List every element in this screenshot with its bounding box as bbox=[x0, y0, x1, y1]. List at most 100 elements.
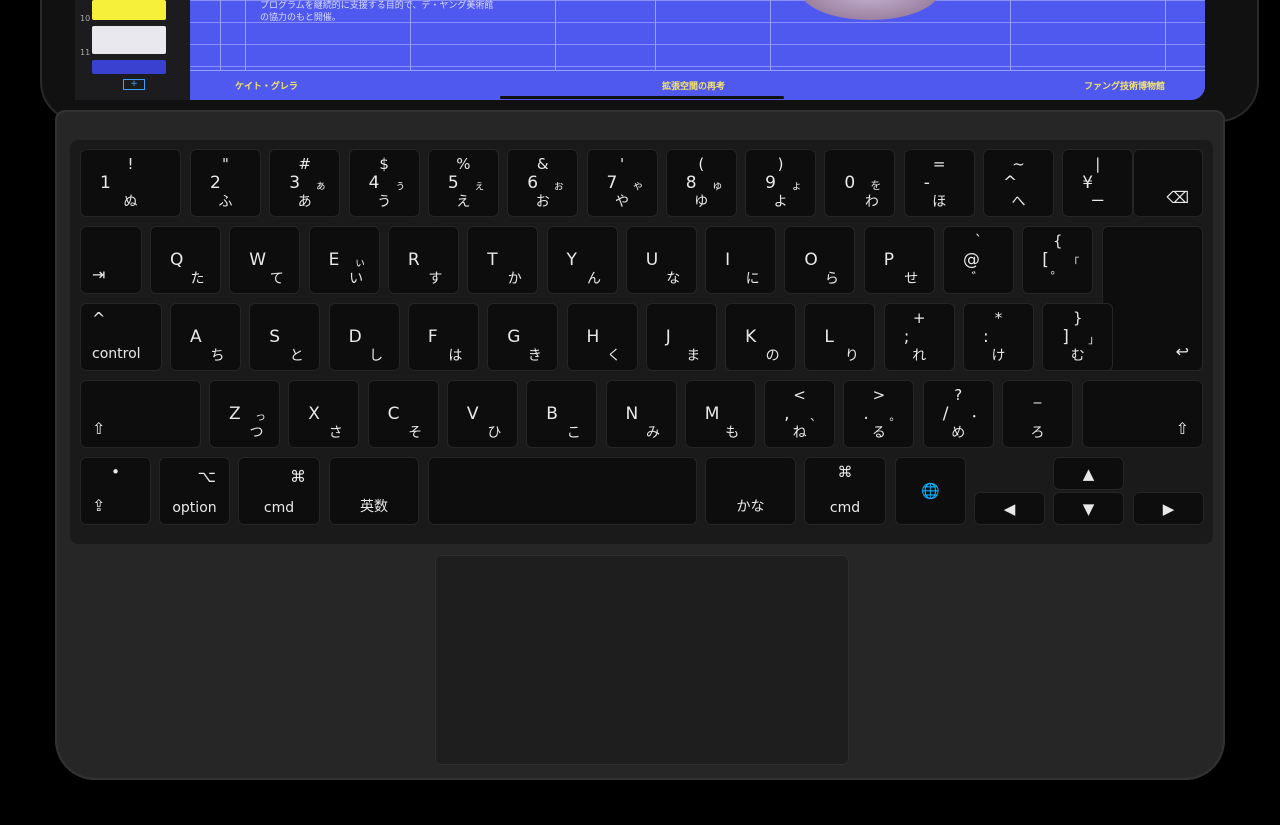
key-symbol: ' bbox=[619, 155, 625, 173]
key-symbol: = bbox=[932, 155, 946, 173]
key-kana: み bbox=[646, 425, 660, 441]
key-G[interactable]: Gき bbox=[487, 303, 559, 371]
slide-thumbnail[interactable] bbox=[92, 0, 166, 20]
key-Y[interactable]: Yん bbox=[546, 226, 618, 294]
key-F[interactable]: Fは bbox=[407, 303, 479, 371]
key-control[interactable]: control ^ bbox=[80, 303, 162, 371]
trackpad[interactable] bbox=[435, 555, 849, 765]
key-C[interactable]: Cそ bbox=[367, 380, 439, 448]
key-kana: お bbox=[535, 194, 550, 210]
key-cmd-right[interactable]: ⌘ cmd bbox=[804, 457, 886, 525]
key-P[interactable]: Pせ bbox=[863, 226, 935, 294]
key-5[interactable]: % 5 ぇえ bbox=[427, 149, 499, 217]
add-slide-button[interactable]: + bbox=[123, 79, 145, 90]
key-symbol: + bbox=[912, 309, 926, 327]
key-O[interactable]: Oら bbox=[784, 226, 856, 294]
key-][interactable]: }]」む bbox=[1042, 303, 1114, 371]
key-legend: Z bbox=[229, 404, 241, 424]
key-legend: 3 bbox=[289, 173, 301, 193]
home-indicator[interactable] bbox=[500, 96, 784, 99]
key-K[interactable]: Kの bbox=[725, 303, 797, 371]
key-shift-left[interactable]: ⇧ bbox=[80, 380, 201, 448]
key-legend: B bbox=[546, 404, 558, 424]
key-0[interactable]: 0をわ bbox=[824, 149, 896, 217]
key-kana[interactable]: かな bbox=[705, 457, 796, 525]
key-3[interactable]: #3 ぁあ bbox=[269, 149, 341, 217]
key-R[interactable]: Rす bbox=[387, 226, 459, 294]
key-legend: 0 bbox=[844, 173, 856, 193]
key-eisu[interactable]: 英数 bbox=[329, 457, 419, 525]
key-W[interactable]: Wて bbox=[229, 226, 301, 294]
key-kana: え bbox=[456, 194, 471, 210]
key-shift-right[interactable]: ⇧ bbox=[1082, 380, 1203, 448]
key-legend: K bbox=[745, 327, 757, 347]
key-kana: ね bbox=[792, 425, 807, 441]
key-option[interactable]: option ⌥ bbox=[159, 457, 230, 525]
key-U[interactable]: Uな bbox=[625, 226, 697, 294]
key-legend: : bbox=[983, 327, 989, 347]
key-tab[interactable]: ⇥ bbox=[80, 226, 142, 294]
key-9[interactable]: ) 9 ょよ bbox=[745, 149, 817, 217]
slide-thumbnail[interactable] bbox=[92, 26, 166, 54]
key-Q[interactable]: Qた bbox=[150, 226, 221, 294]
key-globe[interactable]: 🌐 bbox=[895, 457, 966, 525]
key-arrow-right[interactable]: ▶ bbox=[1133, 492, 1204, 525]
key-.[interactable]: >.。る bbox=[843, 380, 915, 448]
key-kana: か bbox=[507, 271, 522, 287]
key-7[interactable]: ' 7 ゃや bbox=[586, 149, 658, 217]
key-space[interactable] bbox=[428, 457, 697, 525]
key-arrow-left[interactable]: ◀ bbox=[974, 492, 1045, 525]
key-delete[interactable]: ⌫ bbox=[1133, 149, 1203, 217]
slide-paragraph: プログラムを継続的に支援する目的で、デ・ヤング美術館 の協力のもと開催。 bbox=[260, 1, 494, 23]
key-arrow-down[interactable]: ▼ bbox=[1053, 492, 1124, 525]
key-icon: 🌐 bbox=[921, 482, 940, 500]
key-1[interactable]: ! 1 ぬ bbox=[80, 149, 181, 217]
key-,[interactable]: <,、ね bbox=[764, 380, 836, 448]
key-@[interactable]: ` @ ゛ bbox=[943, 226, 1014, 294]
key-H[interactable]: Hく bbox=[566, 303, 638, 371]
key-kana: に bbox=[745, 271, 760, 287]
key-^[interactable]: ~ ^ へ bbox=[983, 149, 1054, 217]
key-S[interactable]: Sと bbox=[249, 303, 321, 371]
key-I[interactable]: Iに bbox=[705, 226, 777, 294]
key-legend: P bbox=[883, 250, 894, 270]
key-L[interactable]: Lり bbox=[804, 303, 876, 371]
key-T[interactable]: Tか bbox=[467, 226, 539, 294]
key-6[interactable]: & 6 ぉお bbox=[507, 149, 579, 217]
key-N[interactable]: Nみ bbox=[605, 380, 677, 448]
key-8[interactable]: (8 ゅゆ bbox=[665, 149, 737, 217]
key-X[interactable]: Xさ bbox=[288, 380, 360, 448]
key-A[interactable]: Aち bbox=[170, 303, 241, 371]
key-¥[interactable]: | ¥ ー bbox=[1062, 149, 1134, 217]
page-number: 10 bbox=[80, 14, 91, 23]
key-[[interactable]: {[「゜ bbox=[1022, 226, 1094, 294]
key-fn[interactable]: • ⇪ bbox=[80, 457, 151, 525]
key-symbol: _ bbox=[1033, 386, 1042, 404]
key-legend: ^ bbox=[1003, 173, 1018, 193]
key-kana: と bbox=[289, 348, 304, 364]
key-B[interactable]: Bこ bbox=[526, 380, 598, 448]
key-D[interactable]: Dし bbox=[328, 303, 400, 371]
key-J[interactable]: Jま bbox=[645, 303, 717, 371]
key-M[interactable]: Mも bbox=[684, 380, 756, 448]
slide-thumbnail-selected[interactable] bbox=[92, 60, 166, 74]
key-legend: A bbox=[190, 327, 202, 347]
key-ろ[interactable]: _ ろ bbox=[1002, 380, 1073, 448]
key-4[interactable]: $4 ぅう bbox=[348, 149, 420, 217]
key-kana: く bbox=[607, 348, 621, 364]
key-icon: ^ bbox=[92, 309, 106, 328]
key-return[interactable]: ↩ bbox=[1102, 226, 1203, 371]
key-V[interactable]: Vひ bbox=[446, 380, 518, 448]
key--[interactable]: = - ほ bbox=[903, 149, 975, 217]
key-icon: ⌘ bbox=[290, 467, 306, 486]
key-E[interactable]: Eぃい bbox=[308, 226, 380, 294]
key-;[interactable]: +; れ bbox=[883, 303, 955, 371]
key-cmd-left[interactable]: cmd ⌘ bbox=[238, 457, 320, 525]
key-Z[interactable]: Zっつ bbox=[209, 380, 280, 448]
key-legend: X bbox=[308, 404, 320, 424]
key-kana: き bbox=[527, 348, 542, 364]
key-2[interactable]: " 2 ふ bbox=[190, 149, 261, 217]
key-/[interactable]: ? / ・め bbox=[922, 380, 994, 448]
key-:[interactable]: *: け bbox=[963, 303, 1034, 371]
key-arrow-up[interactable]: ▲ bbox=[1053, 457, 1124, 490]
